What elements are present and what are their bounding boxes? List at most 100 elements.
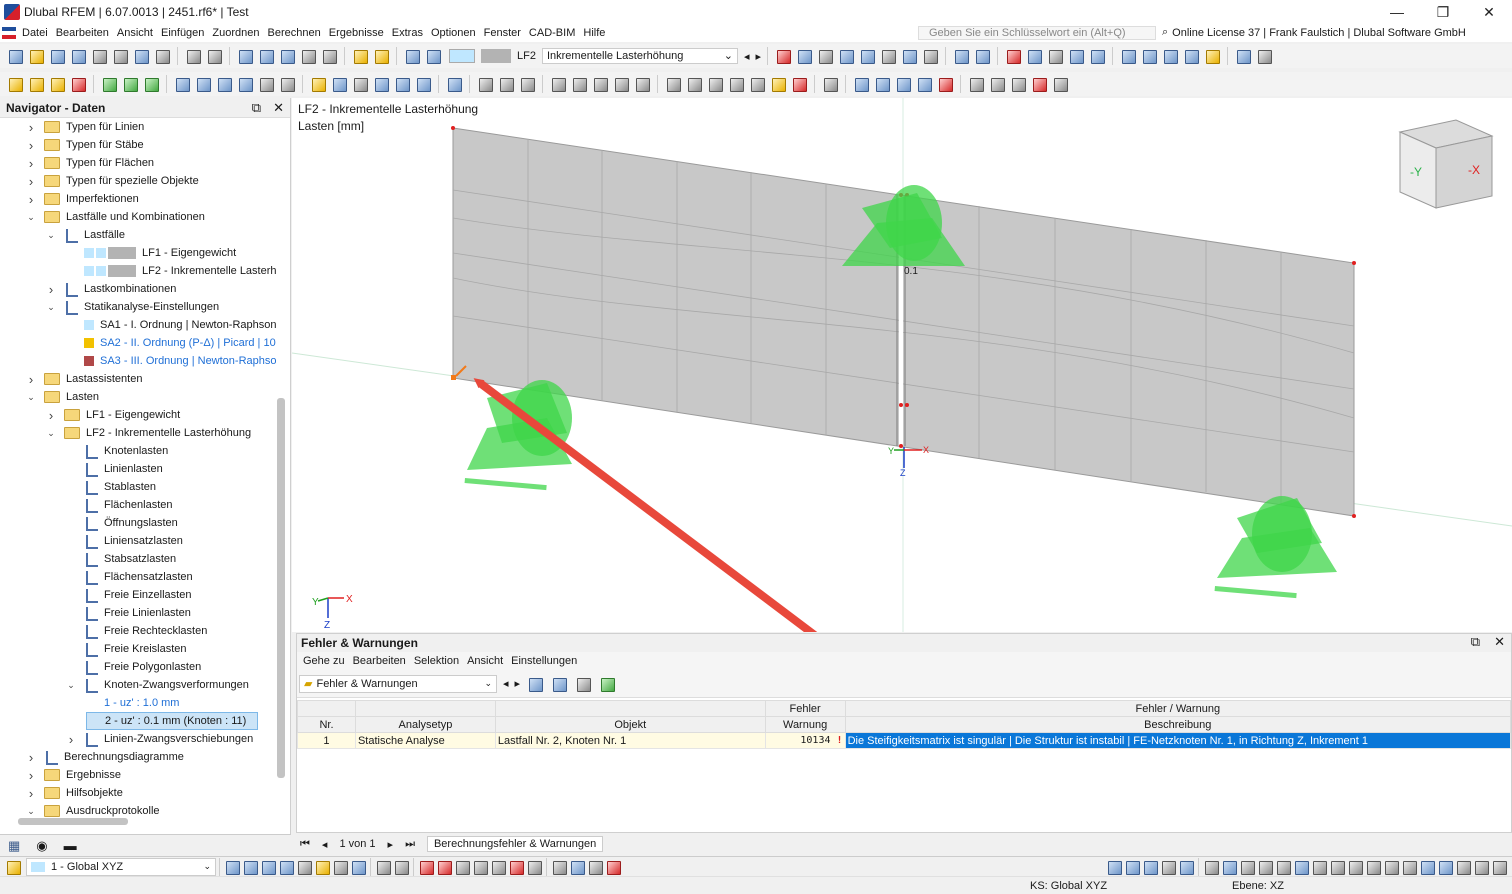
menu-ansicht[interactable]: Ansicht	[113, 27, 157, 39]
nav-item[interactable]: › Imperfektionen	[26, 190, 139, 208]
new-icon[interactable]	[6, 47, 24, 65]
nav-item[interactable]: Freie Kreislasten	[66, 640, 187, 658]
snap-b-icon[interactable]	[1238, 858, 1256, 876]
status-tool-5-icon[interactable]	[295, 858, 313, 876]
snap-c-icon[interactable]	[1256, 858, 1274, 876]
member-icon[interactable]	[69, 75, 87, 93]
chevron-down-icon[interactable]: ⌄	[26, 392, 36, 403]
nav-item[interactable]: ⌄ Knoten-Zwangsverformungen	[66, 676, 249, 694]
nav-item[interactable]: › Ergebnisse	[26, 766, 121, 784]
snap-g-icon[interactable]	[1328, 858, 1346, 876]
goto-object-icon[interactable]	[526, 675, 544, 693]
open-icon[interactable]	[27, 47, 45, 65]
chevron-right-icon[interactable]: ›	[26, 768, 36, 783]
pin-icon[interactable]	[790, 75, 808, 93]
nav-item[interactable]: › Typen für Stäbe	[26, 136, 144, 154]
settings-icon[interactable]	[1051, 75, 1069, 93]
scale-icon[interactable]	[748, 75, 766, 93]
nav-item[interactable]: Freie Einzellasten	[66, 586, 191, 604]
prev-page-icon[interactable]: ◂	[322, 838, 328, 851]
select-object-icon[interactable]	[550, 675, 568, 693]
status-tool-14-icon[interactable]	[471, 858, 489, 876]
calc-all-icon[interactable]	[403, 47, 421, 65]
solid-icon[interactable]	[1025, 47, 1043, 65]
search-input[interactable]: Geben Sie ein Schlüsselwort ein (Alt+Q)	[918, 26, 1156, 40]
iso-icon[interactable]	[1088, 47, 1106, 65]
panel-menu-edit[interactable]: Bearbeiten	[349, 655, 410, 667]
navigator-vscrollbar[interactable]	[277, 398, 285, 778]
panel-float-icon[interactable]: ⧉	[1471, 634, 1480, 650]
status-tool-3-icon[interactable]	[259, 858, 277, 876]
nav-item[interactable]: ⌄ Lastfälle und Kombinationen	[26, 208, 205, 226]
deform2-icon[interactable]	[858, 47, 876, 65]
save-icon[interactable]	[90, 47, 108, 65]
status-tool-8-icon[interactable]	[349, 858, 367, 876]
deform-icon[interactable]	[837, 47, 855, 65]
nav-item[interactable]: Stabsatzlasten	[66, 550, 176, 568]
results-off-icon[interactable]	[774, 47, 792, 65]
view-icon[interactable]	[900, 47, 918, 65]
wire-icon[interactable]	[1046, 47, 1064, 65]
nav-item[interactable]: ⌄ Statikanalyse-Einstellungen	[46, 298, 219, 316]
chevron-right-icon[interactable]: ›	[26, 138, 36, 153]
panel-table-dropdown[interactable]: ▰ Fehler & Warnungen ⌄	[299, 674, 497, 693]
menu-extras[interactable]: Extras	[388, 27, 427, 39]
chevron-right-icon[interactable]: ›	[26, 372, 36, 387]
panel-close-icon[interactable]: ✕	[1494, 634, 1505, 650]
nav-item[interactable]: Stablasten	[66, 478, 156, 496]
nav-item[interactable]: › LF1 - Eigengewicht	[46, 406, 180, 424]
chevron-right-icon[interactable]: ›	[46, 408, 56, 423]
chevron-right-icon[interactable]: ›	[26, 120, 36, 135]
surface-icon[interactable]	[173, 75, 191, 93]
nav-item[interactable]: Freie Rechtecklasten	[66, 622, 207, 640]
values-icon[interactable]	[816, 47, 834, 65]
tool-icon[interactable]	[967, 75, 985, 93]
tool2-icon[interactable]	[988, 75, 1006, 93]
prev-table-icon[interactable]: ◂	[503, 677, 509, 690]
status-tool-13-icon[interactable]	[453, 858, 471, 876]
guide5-icon[interactable]	[633, 75, 651, 93]
nav-item[interactable]: › Lastkombinationen	[46, 280, 176, 298]
snap-i-icon[interactable]	[1364, 858, 1382, 876]
nav-item[interactable]: › Linien-Zwangsverschiebungen	[66, 730, 253, 748]
snap-f-icon[interactable]	[1310, 858, 1328, 876]
loadcase-name[interactable]: Inkrementelle Lasterhöhung ⌄	[541, 48, 738, 64]
model-canvas[interactable]: 0.1 X Y Z X Y Z -Y -X	[292, 98, 1512, 632]
status-tool-21-icon[interactable]	[604, 858, 622, 876]
snap-e-icon[interactable]	[1292, 858, 1310, 876]
status-tool-19-icon[interactable]	[568, 858, 586, 876]
snap-icon[interactable]	[873, 75, 891, 93]
guide2-icon[interactable]	[570, 75, 588, 93]
snap-k-icon[interactable]	[1400, 858, 1418, 876]
nav-item[interactable]: SA2 - II. Ordnung (P-Δ) | Picard | 100 |	[66, 334, 276, 352]
coordinate-system-select[interactable]: 1 - Global XYZ ⌄	[26, 857, 216, 876]
menu-zuordnen[interactable]: Zuordnen	[208, 27, 263, 39]
status-tool-20-icon[interactable]	[586, 858, 604, 876]
plane-icon[interactable]	[1255, 47, 1273, 65]
chevron-down-icon[interactable]: ⌄	[66, 680, 76, 691]
dim2-icon[interactable]	[497, 75, 515, 93]
nav-item[interactable]: Knotenlasten	[66, 442, 168, 460]
view-y-icon[interactable]	[1140, 47, 1158, 65]
divide-icon[interactable]	[769, 75, 787, 93]
display-tab-icon[interactable]: ◉	[36, 838, 47, 854]
chevron-right-icon[interactable]: ›	[46, 282, 56, 297]
loadcase-selector[interactable]: LF2 Inkrementelle Lasterhöhung ⌄ ◂ ▸	[449, 47, 761, 65]
status-tool-18-icon[interactable]	[550, 858, 568, 876]
copy-icon[interactable]	[685, 75, 703, 93]
cloud-icon[interactable]	[69, 47, 87, 65]
panel-menu-view[interactable]: Ansicht	[463, 655, 507, 667]
dxf-toggle-icon[interactable]	[1177, 858, 1195, 876]
next-table-icon[interactable]: ▸	[515, 677, 521, 690]
hinge-icon[interactable]	[257, 75, 275, 93]
nav-item[interactable]: LF1 - Eigengewicht	[66, 244, 236, 262]
snap-n-icon[interactable]	[1454, 858, 1472, 876]
grid-icon[interactable]	[852, 75, 870, 93]
view-z-icon[interactable]	[1161, 47, 1179, 65]
snap-h-icon[interactable]	[1346, 858, 1364, 876]
menu-bearbeiten[interactable]: Bearbeiten	[52, 27, 113, 39]
view-x-icon[interactable]	[1119, 47, 1137, 65]
undo-icon[interactable]	[184, 47, 202, 65]
redo-icon[interactable]	[205, 47, 223, 65]
guide4-icon[interactable]	[612, 75, 630, 93]
